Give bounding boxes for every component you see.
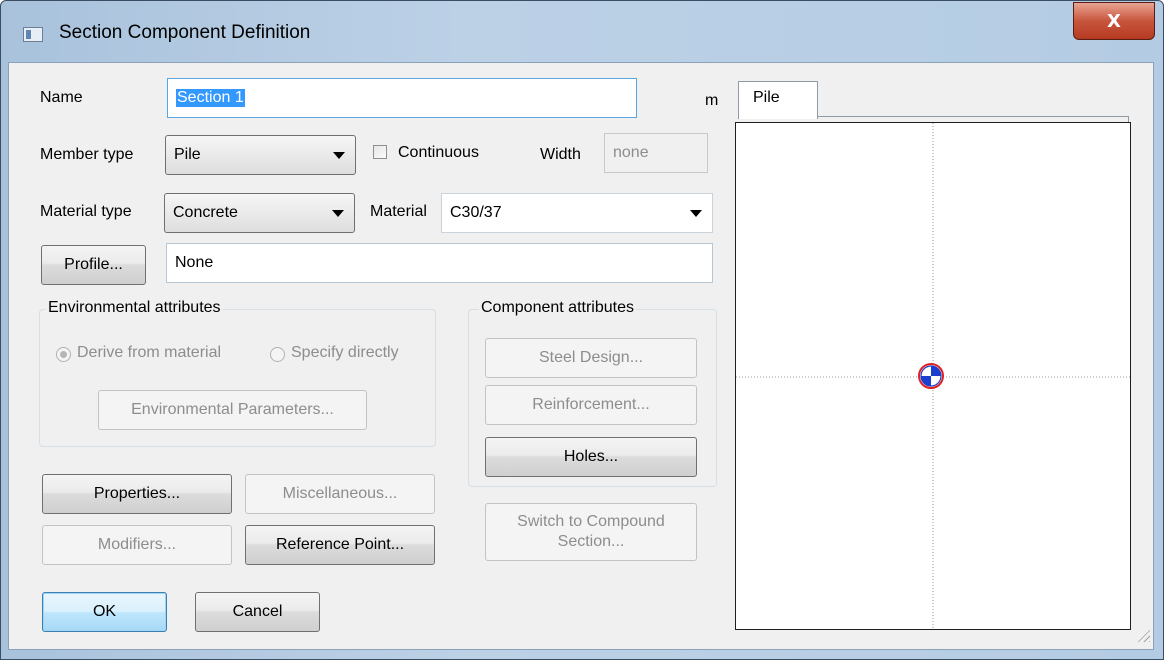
profile-value: None — [175, 254, 214, 271]
modifiers-button[interactable]: Modifiers... — [42, 525, 232, 565]
section-preview-canvas[interactable] — [735, 122, 1131, 630]
reference-point-marker-icon — [918, 363, 944, 389]
tab-pile[interactable]: Pile — [738, 81, 818, 119]
member-type-label: Member type — [40, 146, 134, 163]
specify-directly-radio[interactable] — [270, 347, 285, 362]
tab-strip-border — [817, 116, 1129, 117]
material-type-select[interactable]: Concrete — [164, 193, 355, 233]
window-icon — [23, 27, 43, 42]
material-type-label: Material type — [40, 203, 132, 220]
holes-button[interactable]: Holes... — [485, 437, 697, 477]
name-input[interactable]: Section 1 — [167, 78, 637, 118]
ok-button[interactable]: OK — [42, 592, 167, 632]
close-button[interactable]: X — [1073, 2, 1155, 40]
width-value: none — [613, 144, 649, 161]
width-label: Width — [540, 146, 581, 163]
material-select[interactable]: C30/37 — [441, 193, 713, 233]
name-label: Name — [40, 89, 83, 106]
unit-label: m — [705, 92, 719, 109]
window-title: Section Component Definition — [59, 22, 311, 43]
material-value: C30/37 — [450, 204, 502, 221]
member-type-value: Pile — [174, 146, 201, 163]
reference-point-button[interactable]: Reference Point... — [245, 525, 435, 565]
profile-input[interactable]: None — [166, 243, 713, 283]
properties-button[interactable]: Properties... — [42, 474, 232, 514]
switch-compound-section-button[interactable]: Switch to Compound Section... — [485, 503, 697, 561]
chevron-down-icon — [332, 210, 344, 217]
width-input[interactable]: none — [604, 133, 708, 173]
miscellaneous-button[interactable]: Miscellaneous... — [245, 474, 435, 514]
material-label: Material — [370, 203, 427, 220]
chevron-down-icon — [333, 152, 345, 159]
cancel-button[interactable]: Cancel — [195, 592, 320, 632]
chevron-down-icon — [690, 210, 702, 217]
profile-button[interactable]: Profile... — [41, 245, 146, 285]
environmental-parameters-button[interactable]: Environmental Parameters... — [98, 390, 367, 430]
component-attributes-title: Component attributes — [479, 299, 636, 317]
name-input-text: Section 1 — [176, 89, 245, 107]
section-preview-svg — [736, 123, 1130, 629]
title-bar[interactable]: Section Component Definition X — [1, 1, 1163, 63]
continuous-checkbox[interactable] — [373, 145, 387, 159]
close-icon: X — [1107, 10, 1121, 32]
continuous-label[interactable]: Continuous — [398, 144, 479, 162]
derive-from-material-radio[interactable] — [56, 347, 71, 362]
derive-from-material-label[interactable]: Derive from material — [77, 344, 221, 362]
reinforcement-button[interactable]: Reinforcement... — [485, 385, 697, 425]
environmental-attributes-title: Environmental attributes — [46, 299, 223, 317]
material-type-value: Concrete — [173, 204, 238, 221]
specify-directly-label[interactable]: Specify directly — [291, 344, 399, 362]
steel-design-button[interactable]: Steel Design... — [485, 338, 697, 378]
member-type-select[interactable]: Pile — [165, 135, 356, 175]
